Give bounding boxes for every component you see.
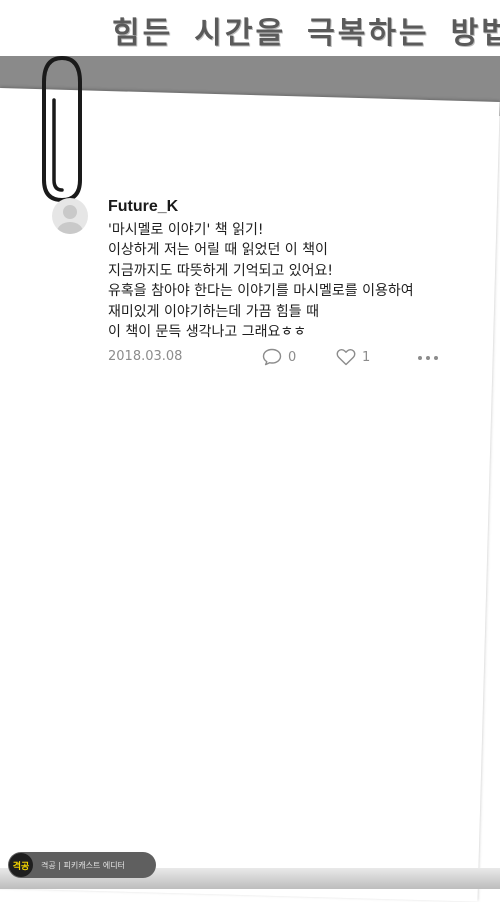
more-options-button[interactable] bbox=[418, 351, 440, 365]
more-dots-icon bbox=[426, 356, 430, 360]
comment-count: 0 bbox=[288, 349, 297, 365]
avatar-head bbox=[63, 205, 77, 219]
like-count: 1 bbox=[362, 349, 371, 365]
badge-text: 격공 | 피키캐스트 에디터 bbox=[41, 860, 125, 870]
post-date: 2018.03.08 bbox=[108, 349, 183, 364]
post-line: '마시멜로 이야기' 책 읽기! bbox=[108, 222, 264, 238]
avatar-placeholder-icon[interactable] bbox=[52, 198, 88, 234]
post-line: 이상하게 저는 어릴 때 읽었던 이 책이 bbox=[108, 242, 328, 259]
post-line: 지금까지도 따뜻하게 기억되고 있어요! bbox=[108, 262, 334, 279]
avatar-body bbox=[57, 222, 83, 234]
more-dots-icon bbox=[418, 356, 422, 360]
post-line: 유혹을 참아야 한다는 이야기를 마시멜로를 이용하여 bbox=[108, 283, 414, 300]
heart-icon bbox=[336, 348, 356, 366]
page-title: 힘든 시간을 극복하는 방법 bbox=[112, 16, 500, 51]
badge-logo: 격공 bbox=[9, 853, 33, 877]
comment-button[interactable]: 0 bbox=[262, 348, 296, 366]
post-line: 재미있게 이야기하는데 가끔 힘들 때 bbox=[108, 303, 319, 320]
author-name[interactable]: Future_K bbox=[108, 198, 178, 216]
post-meta: 2018.03.08 0 1 bbox=[108, 348, 448, 371]
more-dots-icon bbox=[434, 356, 438, 360]
comment-icon bbox=[262, 348, 282, 366]
post-line: 이 책이 문득 생각나고 그래요ㅎㅎ bbox=[108, 324, 307, 341]
post-body: '마시멜로 이야기' 책 읽기! 이상하게 저는 어릴 때 읽었던 이 책이 지… bbox=[108, 220, 448, 342]
like-button[interactable]: 1 bbox=[336, 348, 370, 366]
editor-badge[interactable]: 격공 격공 | 피키캐스트 에디터 bbox=[8, 852, 156, 878]
paperclip-icon bbox=[42, 55, 82, 203]
